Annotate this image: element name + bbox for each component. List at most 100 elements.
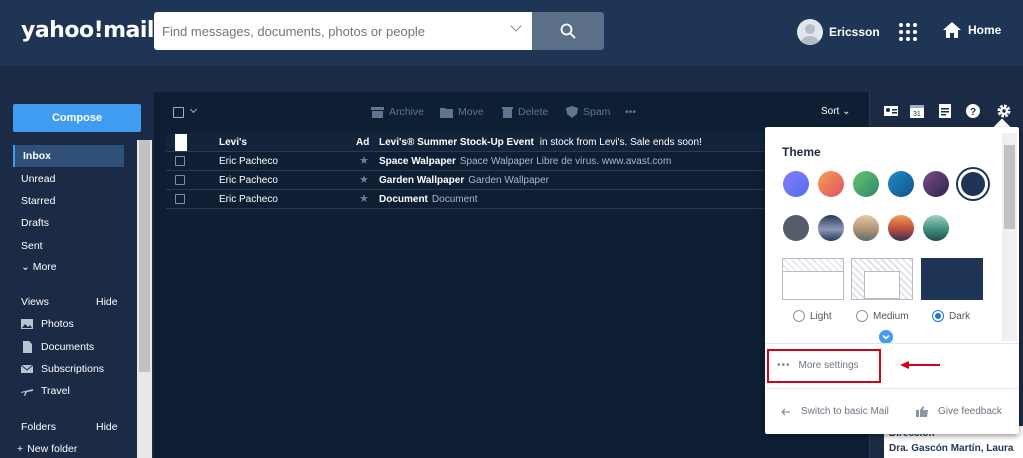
star-icon[interactable]: ★ (359, 154, 369, 167)
theme-swatch[interactable] (888, 171, 914, 197)
preview-line-2: Dra. Gascón Martín, Laura (889, 443, 1014, 454)
apps-grid-icon[interactable] (898, 22, 918, 42)
layout-option-light[interactable] (782, 258, 844, 300)
message-sender: Eric Pacheco (219, 156, 278, 167)
search-box[interactable] (154, 12, 532, 50)
sidebar-item-more[interactable]: ⌄ More (13, 256, 124, 278)
star-icon[interactable]: ★ (359, 173, 369, 186)
select-all-checkbox[interactable] (173, 107, 184, 118)
layout-option-dark[interactable] (921, 258, 983, 300)
sidebar-item-inbox[interactable]: Inbox (13, 145, 124, 167)
expand-more-button[interactable] (879, 330, 893, 344)
theme-swatch[interactable] (853, 171, 879, 197)
message-subject: Garden Wallpaper Garden Wallpaper (379, 175, 549, 186)
chevron-down-icon: ⌄ (21, 261, 33, 273)
folders-hide-button[interactable]: Hide (96, 421, 118, 433)
sort-label: Sort (821, 106, 840, 117)
sidebar-item-drafts[interactable]: Drafts (13, 212, 124, 234)
dark-label: Dark (949, 310, 971, 322)
theme-swatch[interactable] (853, 215, 879, 241)
contacts-icon[interactable] (884, 104, 898, 118)
medium-label: Medium (873, 310, 909, 322)
table-row[interactable]: Eric Pacheco ★ Document Document (166, 190, 869, 209)
radio-light[interactable]: Light (793, 310, 832, 322)
layout-option-medium[interactable] (851, 258, 913, 300)
search-input[interactable] (162, 12, 502, 50)
theme-swatch[interactable] (923, 215, 949, 241)
sidebar-scrollbar-thumb[interactable] (139, 140, 150, 372)
sidebar-scrollbar[interactable] (137, 140, 152, 458)
message-snippet: Space Walpaper Libre de virus. www.avast… (459, 156, 672, 167)
radio-button-selected[interactable] (932, 310, 944, 322)
shield-icon (566, 106, 578, 118)
select-options-chevron-icon[interactable] (189, 105, 198, 114)
archive-button[interactable]: Archive (371, 106, 424, 118)
sidebar-item-travel[interactable]: Travel (21, 385, 70, 397)
radio-dark[interactable]: Dark (932, 310, 970, 322)
theme-swatch[interactable] (818, 171, 844, 197)
subscriptions-icon (21, 364, 33, 373)
views-hide-button[interactable]: Hide (96, 296, 118, 308)
sidebar-item-sent[interactable]: Sent (13, 235, 124, 257)
theme-swatch[interactable] (888, 215, 914, 241)
move-button[interactable]: Move (440, 106, 484, 118)
message-snippet: in stock from Levi's. Sale ends soon! (539, 137, 702, 148)
table-row[interactable]: Eric Pacheco ★ Space Walpaper Space Walpa… (166, 152, 869, 171)
gear-icon[interactable] (996, 103, 1012, 119)
radio-button[interactable] (856, 310, 868, 322)
table-row[interactable]: Eric Pacheco ★ Garden Wallpaper Garden Wa… (166, 171, 869, 190)
popup-scrollbar[interactable] (1002, 133, 1017, 341)
yahoo-mail-logo[interactable]: yahoo!mail (21, 18, 154, 43)
star-icon[interactable]: ★ (359, 192, 369, 205)
documents-label: Documents (41, 341, 95, 353)
more-actions-button[interactable]: ••• (625, 106, 636, 118)
travel-label: Travel (41, 385, 70, 397)
new-folder-button[interactable]: + New folder (17, 443, 77, 455)
subject-text: Garden Wallpaper (379, 175, 465, 186)
airplane-icon (21, 389, 33, 396)
theme-swatch-selected[interactable] (958, 169, 988, 199)
switch-basic-mail-link[interactable]: Switch to basic Mail (781, 406, 889, 417)
sidebar-item-photos[interactable]: Photos (21, 318, 74, 330)
subject-text: Levi's® Summer Stock-Up Event (379, 137, 534, 148)
help-icon[interactable]: ? (966, 104, 980, 118)
spam-label: Spam (583, 106, 611, 118)
radio-medium[interactable]: Medium (856, 310, 909, 322)
theme-swatch[interactable] (818, 215, 844, 241)
notepad-icon[interactable] (938, 104, 952, 118)
sort-button[interactable]: Sort ⌄ (821, 106, 851, 117)
theme-swatch[interactable] (783, 215, 809, 241)
give-feedback-link[interactable]: Give feedback (916, 406, 1002, 417)
compose-button[interactable]: Compose (13, 104, 141, 132)
home-label: Home (968, 23, 1002, 37)
sidebar-item-unread[interactable]: Unread (13, 168, 124, 190)
table-row[interactable]: Levi's Ad Levi's® Summer Stock-Up Event i… (166, 133, 869, 152)
theme-swatch[interactable] (783, 171, 809, 197)
radio-button[interactable] (793, 310, 805, 322)
arrow-left-icon (781, 408, 790, 415)
search-icon (560, 23, 576, 39)
folder-move-icon (440, 107, 453, 118)
delete-button[interactable]: Delete (502, 106, 548, 118)
theme-heading: Theme (782, 145, 821, 159)
document-icon (23, 341, 32, 353)
more-settings-button[interactable]: ••• More settings (777, 360, 859, 371)
folders-heading: Folders (21, 421, 57, 433)
spam-button[interactable]: Spam (566, 106, 610, 118)
user-menu[interactable]: Ericsson (797, 19, 880, 45)
sidebar-item-documents[interactable]: Documents (21, 341, 94, 353)
message-subject: Space Walpaper Space Walpaper Libre de vi… (379, 156, 671, 167)
home-link[interactable]: Home (942, 20, 1001, 40)
row-checkbox[interactable] (175, 175, 185, 185)
search-button[interactable] (532, 12, 604, 50)
calendar-icon[interactable]: 31 (910, 104, 924, 118)
layout-preview (783, 271, 843, 299)
sidebar-item-subscriptions[interactable]: Subscriptions (21, 363, 104, 375)
theme-swatch[interactable] (923, 171, 949, 197)
row-checkbox[interactable] (175, 194, 185, 204)
popup-scrollbar-thumb[interactable] (1004, 145, 1015, 229)
plus-icon: + (17, 443, 24, 455)
row-checkbox[interactable] (175, 156, 185, 166)
more-settings-label: More settings (798, 360, 859, 371)
sidebar-item-starred[interactable]: Starred (13, 190, 124, 212)
